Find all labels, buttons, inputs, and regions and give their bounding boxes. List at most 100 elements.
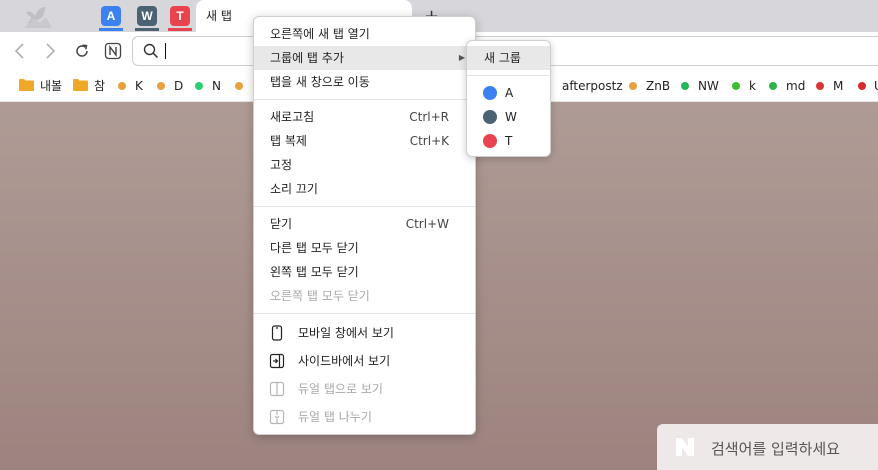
pinned-tab-t-group-bar xyxy=(168,28,192,31)
bookmark-favicon xyxy=(769,82,777,90)
folder-icon xyxy=(19,79,34,91)
menu-close-other-tabs[interactable]: 다른 탭 모두 닫기 xyxy=(254,236,475,260)
bookmark-favicon xyxy=(858,82,866,90)
menu-item-label: 듀얼 탭 나누기 xyxy=(298,410,372,424)
menu-move-tab-to-new-window[interactable]: 탭을 새 창으로 이동 xyxy=(254,70,475,94)
bookmark-k[interactable]: K xyxy=(135,78,143,94)
menu-item-label: 모바일 창에서 보기 xyxy=(298,326,394,340)
menu-item-label: 다른 탭 모두 닫기 xyxy=(270,241,359,255)
pinned-tab-w[interactable]: W xyxy=(137,6,157,26)
split-dual-tab-icon xyxy=(269,409,285,425)
menu-open-new-tab-right[interactable]: 오른쪽에 새 탭 열기 xyxy=(254,22,475,46)
menu-add-tab-to-group[interactable]: 그룹에 탭 추가 ▶ xyxy=(254,46,475,70)
pinned-tab-a[interactable]: A xyxy=(101,6,121,26)
submenu-new-group[interactable]: 새 그룹 xyxy=(467,46,550,70)
submenu-item-label: T xyxy=(505,134,513,148)
folder-icon xyxy=(73,79,88,91)
menu-item-label: 왼쪽 탭 모두 닫기 xyxy=(270,265,359,279)
bookmark-favicon xyxy=(732,82,740,90)
menu-separator xyxy=(254,99,475,100)
menu-item-label: 듀얼 탭으로 보기 xyxy=(298,382,383,396)
naver-n-icon xyxy=(104,42,122,60)
menu-shortcut: Ctrl+R xyxy=(409,110,449,124)
menu-item-label: 오른쪽 탭 모두 닫기 xyxy=(270,289,370,303)
menu-item-label: 닫기 xyxy=(270,217,293,231)
bookmark-favicon xyxy=(195,82,203,90)
menu-item-label: 소리 끄기 xyxy=(270,182,318,196)
menu-reload[interactable]: 새로고침 Ctrl+R xyxy=(254,105,475,129)
bookmark-znb[interactable]: ZnB xyxy=(646,78,670,94)
bookmark-folder-1[interactable]: 내볼 xyxy=(40,78,62,94)
bookmark-m[interactable]: M xyxy=(833,78,843,94)
menu-close-tabs-left[interactable]: 왼쪽 탭 모두 닫기 xyxy=(254,260,475,284)
reload-icon xyxy=(76,44,88,57)
group-color-dot xyxy=(483,134,497,148)
menu-close-tab[interactable]: 닫기 Ctrl+W xyxy=(254,212,475,236)
search-icon xyxy=(143,43,159,59)
menu-item-label: 고정 xyxy=(270,158,293,172)
bookmark-d[interactable]: D xyxy=(174,78,183,94)
home-button[interactable] xyxy=(103,41,123,61)
pinned-tab-t[interactable]: T xyxy=(170,6,190,26)
bird-logo-icon xyxy=(24,7,52,28)
bookmark-n[interactable]: N xyxy=(212,78,221,94)
bookmark-k-lower[interactable]: k xyxy=(749,78,756,94)
pinned-tab-a-group-bar xyxy=(99,28,123,31)
menu-close-tabs-right: 오른쪽 탭 모두 닫기 xyxy=(254,284,475,308)
text-caret xyxy=(165,43,166,59)
submenu-group-a[interactable]: A xyxy=(467,81,550,105)
reload-button[interactable] xyxy=(72,41,92,61)
submenu-separator xyxy=(467,75,550,76)
menu-view-in-sidebar[interactable]: 사이드바에서 보기 xyxy=(254,349,475,373)
menu-item-label: 오른쪽에 새 탭 열기 xyxy=(270,27,370,41)
chevron-right-icon xyxy=(46,43,56,59)
menu-item-label: 새로고침 xyxy=(270,110,315,124)
menu-item-label: 사이드바에서 보기 xyxy=(298,354,391,368)
bookmark-folder-2[interactable]: 참 xyxy=(94,78,105,94)
menu-view-as-dual-tab: 듀얼 탭으로 보기 xyxy=(254,377,475,401)
submenu-item-label: 새 그룹 xyxy=(484,51,521,65)
mobile-phone-icon xyxy=(271,325,283,341)
bookmark-favicon xyxy=(629,82,637,90)
menu-separator xyxy=(254,206,475,207)
menu-shortcut: Ctrl+K xyxy=(409,134,449,148)
group-color-dot xyxy=(483,86,497,100)
bookmark-favicon xyxy=(816,82,824,90)
bookmark-favicon xyxy=(235,82,243,90)
tab-group-submenu: 새 그룹 A W T xyxy=(466,40,551,157)
menu-split-dual-tab: 듀얼 탭 나누기 xyxy=(254,405,475,429)
bookmark-afterpostz[interactable]: afterpostz xyxy=(562,78,623,94)
submenu-group-t[interactable]: T xyxy=(467,129,550,153)
forward-button[interactable] xyxy=(40,41,60,61)
menu-shortcut: Ctrl+W xyxy=(405,217,449,231)
menu-item-label: 탭을 새 창으로 이동 xyxy=(270,75,370,89)
bookmark-md[interactable]: md xyxy=(786,78,805,94)
menu-pin-tab[interactable]: 고정 xyxy=(254,153,475,177)
pinned-tab-w-group-bar xyxy=(135,28,159,31)
bookmark-favicon xyxy=(157,82,165,90)
dual-tab-icon xyxy=(269,381,285,397)
menu-duplicate-tab[interactable]: 탭 복제 Ctrl+K xyxy=(254,129,475,153)
naver-search-widget[interactable]: 검색어를 입력하세요 xyxy=(657,424,878,470)
active-tab-title: 새 탭 xyxy=(206,9,232,23)
back-button[interactable] xyxy=(10,41,30,61)
menu-mute-tab[interactable]: 소리 끄기 xyxy=(254,177,475,201)
submenu-item-label: A xyxy=(505,86,514,100)
chevron-left-icon xyxy=(14,43,24,59)
bookmark-favicon xyxy=(118,82,126,90)
bookmark-nw[interactable]: NW xyxy=(698,78,719,94)
tab-context-menu: 오른쪽에 새 탭 열기 그룹에 탭 추가 ▶ 탭을 새 창으로 이동 새로고침 … xyxy=(253,16,476,435)
sidebar-enter-icon xyxy=(269,353,285,369)
bookmark-favicon xyxy=(681,82,689,90)
menu-item-label: 그룹에 탭 추가 xyxy=(270,51,344,65)
menu-view-in-mobile-window[interactable]: 모바일 창에서 보기 xyxy=(254,321,475,345)
submenu-group-w[interactable]: W xyxy=(467,105,550,129)
submenu-item-label: W xyxy=(505,110,517,124)
search-widget-placeholder: 검색어를 입력하세요 xyxy=(711,440,840,458)
menu-separator xyxy=(254,313,475,314)
submenu-arrow-icon: ▶ xyxy=(458,53,465,62)
naver-logo-icon xyxy=(676,438,694,456)
menu-item-label: 탭 복제 xyxy=(270,134,307,148)
group-color-dot xyxy=(483,110,497,124)
bookmark-u[interactable]: U xyxy=(874,78,878,94)
